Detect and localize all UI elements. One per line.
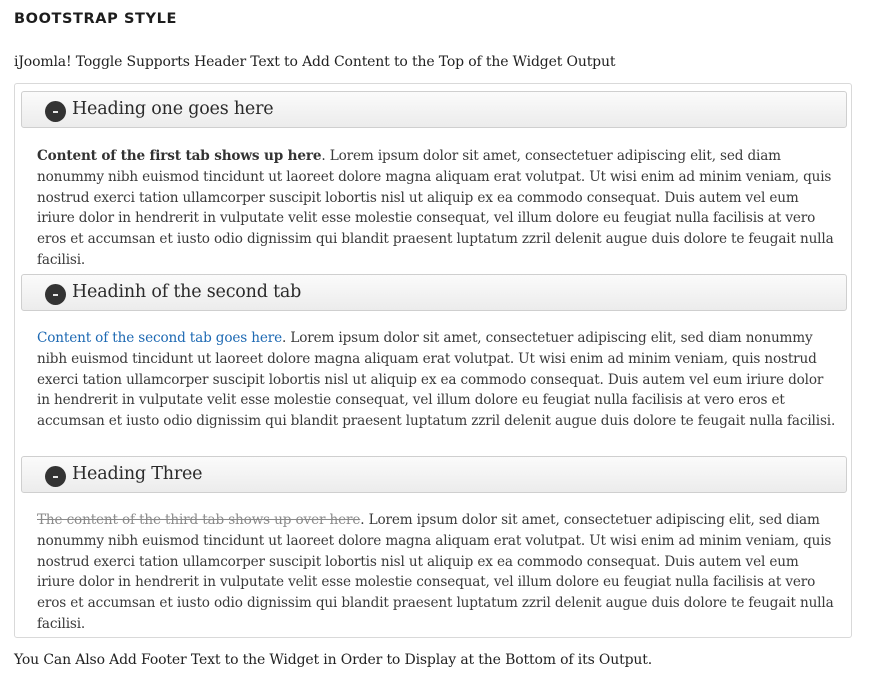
accordion-panel-two-content: Content of the second tab goes here. Lor… [37,328,837,432]
panel-three-lead: The content of the third tab shows up ov… [37,512,361,528]
panel-three-body-text: . Lorem ipsum dolor sit amet, consectetu… [37,512,834,632]
accordion-heading-three[interactable]: Heading Three [21,456,847,493]
accordion-panel-three-content: The content of the third tab shows up ov… [37,510,837,635]
page: { "page": { "title": "BOOTSTRAP STYLE", … [0,0,871,686]
minus-circle-icon [45,284,66,305]
accordion-heading-three-label: Heading Three [72,464,203,484]
accordion-panel-one-content: Content of the first tab shows up here. … [37,146,837,271]
accordion-heading-one[interactable]: Heading one goes here [21,91,847,128]
accordion-heading-two-label: Headinh of the second tab [72,282,302,302]
widget-header-text: iJoomla! Toggle Supports Header Text to … [14,54,616,70]
widget-footer-text: You Can Also Add Footer Text to the Widg… [14,652,653,668]
panel-one-lead: Content of the first tab shows up here [37,148,322,164]
toggle-accordion: Heading one goes here Content of the fir… [14,83,852,638]
minus-circle-icon [45,466,66,487]
accordion-heading-two[interactable]: Headinh of the second tab [21,274,847,311]
panel-two-lead-link[interactable]: Content of the second tab goes here [37,330,282,346]
page-title: BOOTSTRAP STYLE [14,11,177,27]
minus-circle-icon [45,101,66,122]
accordion-heading-one-label: Heading one goes here [72,99,274,119]
panel-one-body-text: . Lorem ipsum dolor sit amet, consectetu… [37,148,834,268]
